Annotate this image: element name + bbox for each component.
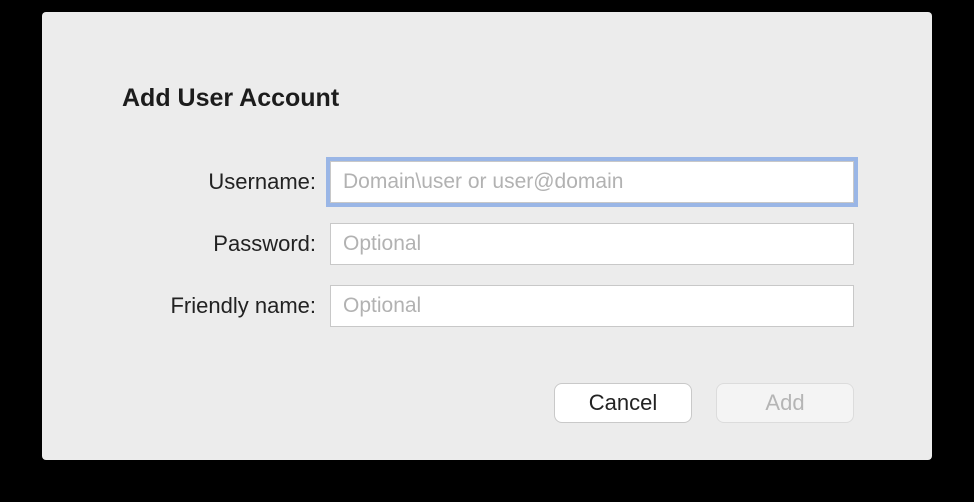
dialog-button-row: Cancel Add	[82, 383, 854, 423]
add-user-account-dialog: Add User Account Username: Password: Fri…	[42, 12, 932, 460]
dialog-title: Add User Account	[122, 84, 854, 113]
password-row: Password:	[82, 223, 854, 265]
password-label: Password:	[82, 231, 330, 257]
username-label: Username:	[82, 169, 330, 195]
friendly-name-row: Friendly name:	[82, 285, 854, 327]
username-input[interactable]	[330, 161, 854, 203]
friendly-name-label: Friendly name:	[82, 293, 330, 319]
password-input[interactable]	[330, 223, 854, 265]
add-button[interactable]: Add	[716, 383, 854, 423]
friendly-name-input[interactable]	[330, 285, 854, 327]
cancel-button[interactable]: Cancel	[554, 383, 692, 423]
username-row: Username:	[82, 161, 854, 203]
